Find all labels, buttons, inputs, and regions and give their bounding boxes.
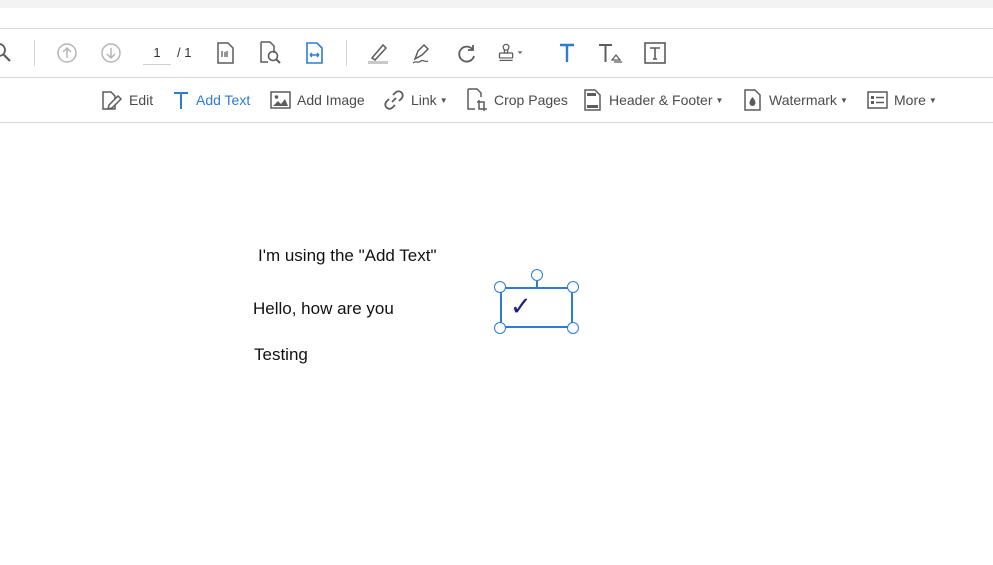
- zoom-out-icon[interactable]: [0, 39, 16, 67]
- checkmark-icon: ✓: [510, 292, 532, 322]
- stamp-icon[interactable]: [497, 39, 525, 67]
- fit-width-icon[interactable]: [300, 39, 328, 67]
- highlight-icon[interactable]: [364, 39, 392, 67]
- edit-label: Edit: [129, 92, 154, 108]
- add-text-icon: [174, 92, 188, 109]
- header-footer-label: Header & Footer: [609, 92, 713, 108]
- sign-icon[interactable]: [408, 39, 436, 67]
- chevron-down-icon: ▼: [715, 95, 724, 105]
- crop-pages-label: Crop Pages: [494, 92, 568, 108]
- chevron-down-icon: ▼: [839, 95, 848, 105]
- document-text-line-2[interactable]: Hello, how are you: [253, 299, 394, 319]
- rotate-icon[interactable]: [453, 39, 481, 67]
- link-button[interactable]: Link ▼: [383, 87, 448, 113]
- page-number-input[interactable]: 1: [143, 41, 171, 65]
- toolbar-separator: [34, 40, 35, 66]
- watermark-label: Watermark: [769, 92, 837, 108]
- crop-pages-button[interactable]: Crop Pages: [466, 87, 568, 113]
- more-button[interactable]: More ▼: [867, 87, 937, 113]
- search-page-icon[interactable]: [256, 39, 284, 67]
- text-box-icon[interactable]: [641, 39, 669, 67]
- image-icon: [270, 91, 291, 109]
- toolbar-separator: [346, 40, 347, 66]
- rotation-handle[interactable]: [531, 269, 543, 281]
- edit-icon: [102, 91, 123, 111]
- watermark-button[interactable]: Watermark ▼: [743, 87, 848, 113]
- page-down-icon[interactable]: [97, 39, 125, 67]
- resize-handle-bottom-right[interactable]: [567, 322, 579, 334]
- page-count: / 1: [177, 45, 192, 60]
- add-text-label: Add Text: [196, 92, 251, 108]
- text-tool-icon[interactable]: [553, 39, 581, 67]
- title-strip: [0, 0, 993, 8]
- link-label: Link: [411, 92, 437, 108]
- checkbox-field[interactable]: ✓: [500, 287, 573, 328]
- document-text-line-3[interactable]: Testing: [254, 345, 308, 365]
- main-toolbar: 1 / 1: [0, 28, 993, 78]
- watermark-icon: [744, 89, 761, 111]
- chevron-down-icon: ▼: [928, 95, 937, 105]
- actual-size-icon[interactable]: [211, 39, 239, 67]
- add-image-label: Add Image: [297, 92, 365, 108]
- header-footer-button[interactable]: Header & Footer ▼: [583, 87, 723, 113]
- more-label: More: [894, 92, 926, 108]
- page-up-icon[interactable]: [53, 39, 81, 67]
- crop-icon: [467, 88, 487, 111]
- edit-pdf-toolbar: Edit Add Text Add Image Link ▼ Crop Page…: [0, 78, 993, 123]
- resize-handle-bottom-left[interactable]: [494, 322, 506, 334]
- add-image-button[interactable]: Add Image: [270, 87, 365, 113]
- text-annotation-icon[interactable]: [597, 39, 625, 67]
- header-footer-icon: [584, 89, 601, 111]
- add-text-button[interactable]: Add Text: [172, 87, 250, 113]
- edit-button[interactable]: Edit: [99, 87, 153, 113]
- document-text-line-1[interactable]: I'm using the "Add Text": [258, 246, 436, 266]
- chevron-down-icon: ▼: [439, 95, 448, 105]
- link-icon: [384, 90, 404, 110]
- more-list-icon: [867, 91, 888, 109]
- resize-handle-top-right[interactable]: [567, 281, 579, 293]
- resize-handle-top-left[interactable]: [494, 281, 506, 293]
- pdf-editor-window: 1 / 1 Edit Add Text Add Image Link ▼ Cro…: [0, 0, 993, 565]
